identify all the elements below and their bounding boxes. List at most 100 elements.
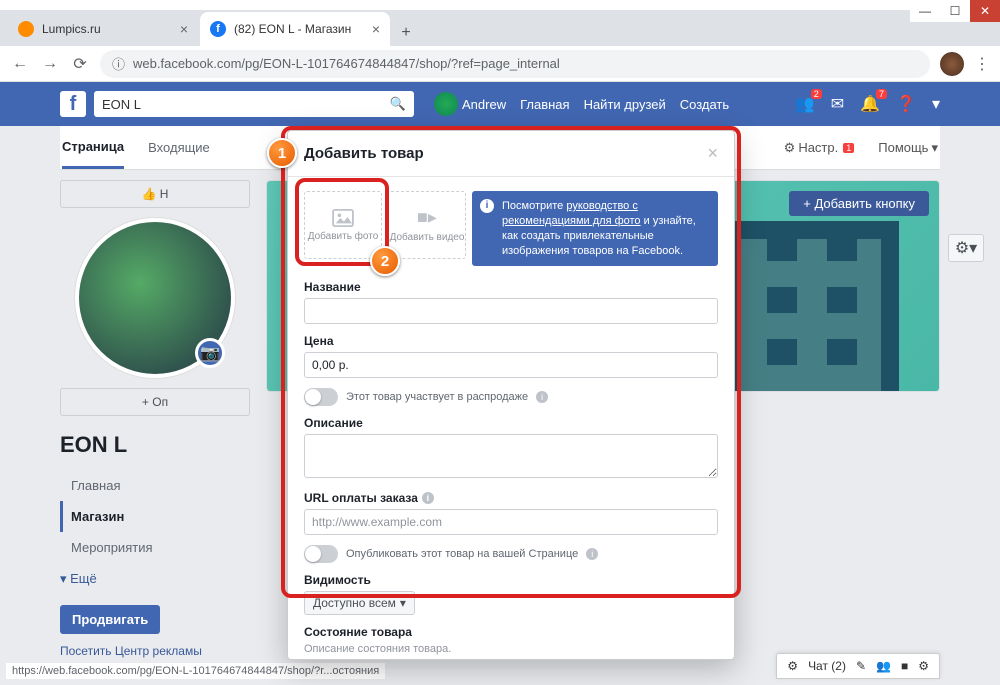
sale-toggle-label: Этот товар участвует в распродаже xyxy=(346,391,528,403)
modal-title: Добавить товар xyxy=(304,145,424,162)
add-cta-button[interactable]: + Добавить кнопку xyxy=(789,191,929,216)
video-icon: ■▸ xyxy=(417,207,437,228)
badge: 2 xyxy=(811,89,822,99)
new-tab-button[interactable]: + xyxy=(392,20,420,46)
address-bar[interactable]: ⓘ web.facebook.com/pg/EON-L-101764674844… xyxy=(100,50,930,78)
sale-toggle[interactable] xyxy=(304,388,338,406)
options-button[interactable]: + Оп xyxy=(60,388,250,416)
label-price: Цена xyxy=(304,334,718,348)
help-link[interactable]: Помощь ▾ xyxy=(878,140,938,156)
user-name: Andrew xyxy=(462,97,506,112)
fb-logo[interactable]: f xyxy=(60,91,86,117)
add-product-modal: Добавить товар × Добавить фото ■▸ Добави… xyxy=(287,130,735,660)
annotation-marker-2: 2 xyxy=(370,246,400,276)
sidenav-more[interactable]: ▾ Ещё xyxy=(60,563,250,595)
settings-link[interactable]: ⚙ Настр.1 xyxy=(784,140,855,156)
account-menu-icon[interactable]: ▾ xyxy=(932,94,940,114)
add-photo-label: Добавить фото xyxy=(308,231,379,242)
label-visibility: Видимость xyxy=(304,573,718,587)
nav-profile[interactable]: Andrew xyxy=(434,92,506,116)
reload-icon[interactable]: ⟳ xyxy=(70,54,90,74)
tab-page[interactable]: Страница xyxy=(62,127,124,169)
lock-icon: ⓘ xyxy=(112,54,125,73)
tab-close-icon[interactable]: × xyxy=(180,21,188,37)
messenger-icon[interactable]: ✉ xyxy=(831,94,844,114)
sidenav-shop[interactable]: Магазин xyxy=(60,501,250,532)
search-value: EON L xyxy=(102,97,141,112)
forward-icon[interactable]: → xyxy=(40,55,60,73)
gear-icon[interactable]: ⚙▾ xyxy=(948,234,984,262)
photo-guidelines-tip: i Посмотрите руководство с рекомендациям… xyxy=(472,191,718,266)
add-video-box[interactable]: ■▸ Добавить видео xyxy=(388,191,466,259)
publish-toggle[interactable] xyxy=(304,545,338,563)
close-icon[interactable]: × xyxy=(707,143,718,164)
tab-title: Lumpics.ru xyxy=(42,22,172,36)
page-sidebar: 👍 Н 📷 + Оп EON L Главная Магазин Меропри… xyxy=(60,180,250,658)
help-icon[interactable]: i xyxy=(422,492,434,504)
nav-create[interactable]: Создать xyxy=(680,97,729,112)
sidenav-home[interactable]: Главная xyxy=(60,470,250,501)
add-video-label: Добавить видео xyxy=(390,232,465,243)
chat-group-icon[interactable]: 👥 xyxy=(876,659,891,673)
nav-home[interactable]: Главная xyxy=(520,97,569,112)
notifications-icon[interactable]: 🔔7 xyxy=(860,94,880,114)
add-photo-box[interactable]: Добавить фото xyxy=(304,191,382,259)
help-icon[interactable]: i xyxy=(586,548,598,560)
checkout-url-input[interactable] xyxy=(304,509,718,535)
tab-title: (82) EON L - Магазин xyxy=(234,22,364,36)
cover-illustration xyxy=(719,221,899,391)
profile-avatar-browser[interactable] xyxy=(940,52,964,76)
ads-center-link[interactable]: Посетить Центр рекламы xyxy=(60,644,250,658)
label-description: Описание xyxy=(304,416,718,430)
favicon-lumpics xyxy=(18,21,34,37)
label-name: Название xyxy=(304,280,718,294)
friend-requests-icon[interactable]: 👥2 xyxy=(795,94,815,114)
chevron-down-icon: ▾ xyxy=(400,596,406,610)
browser-menu-icon[interactable]: ⋮ xyxy=(974,54,990,74)
annotation-marker-1: 1 xyxy=(267,138,297,168)
product-price-input[interactable] xyxy=(304,352,718,378)
badge: 7 xyxy=(876,89,887,99)
window-close-button[interactable]: ✕ xyxy=(970,0,1000,22)
chat-video-icon[interactable]: ■ xyxy=(901,659,908,673)
product-name-input[interactable] xyxy=(304,298,718,324)
promote-button[interactable]: Продвигать xyxy=(60,605,160,634)
back-icon[interactable]: ← xyxy=(10,55,30,73)
page-profile-picture[interactable]: 📷 xyxy=(75,218,235,378)
browser-tab-lumpics[interactable]: Lumpics.ru × xyxy=(8,12,198,46)
avatar-icon xyxy=(434,92,458,116)
search-icon[interactable]: 🔍 xyxy=(390,96,406,112)
chat-write-icon[interactable]: ✎ xyxy=(856,659,866,673)
label-condition: Состояние товара xyxy=(304,625,718,639)
image-plus-icon xyxy=(332,209,354,227)
visibility-select[interactable]: Доступно всем▾ xyxy=(304,591,415,615)
browser-tab-facebook[interactable]: f (82) EON L - Магазин × xyxy=(200,12,390,46)
tab-inbox[interactable]: Входящие xyxy=(148,128,210,167)
product-description-input[interactable] xyxy=(304,434,718,478)
like-button[interactable]: 👍 Н xyxy=(60,180,250,208)
browser-toolbar: ← → ⟳ ⓘ web.facebook.com/pg/EON-L-101764… xyxy=(0,46,1000,82)
label-checkout-url: URL оплаты заказа xyxy=(304,491,418,505)
favicon-facebook: f xyxy=(210,21,226,37)
window-maximize-button[interactable]: ☐ xyxy=(940,0,970,22)
help-icon[interactable]: i xyxy=(536,391,548,403)
sidenav-events[interactable]: Мероприятия xyxy=(60,532,250,563)
nav-find-friends[interactable]: Найти друзей xyxy=(584,97,666,112)
browser-tab-strip: Lumpics.ru × f (82) EON L - Магазин × + xyxy=(0,10,1000,46)
add-photo-icon[interactable]: 📷 xyxy=(195,338,225,368)
browser-status-bar: https://web.facebook.com/pg/EON-L-101764… xyxy=(6,663,385,679)
badge: 1 xyxy=(843,143,854,153)
condition-description: Описание состояния товара. xyxy=(304,643,718,655)
chat-bar[interactable]: ⚙ Чат (2) ✎ 👥 ■ ⚙ xyxy=(776,653,940,679)
quick-help-icon[interactable]: ❓ xyxy=(896,94,916,114)
chat-label: Чат (2) xyxy=(808,659,846,673)
tab-close-icon[interactable]: × xyxy=(372,21,380,37)
publish-toggle-label: Опубликовать этот товар на вашей Страниц… xyxy=(346,548,578,560)
chat-settings-icon[interactable]: ⚙ xyxy=(918,659,929,673)
page-name-heading: EON L xyxy=(60,432,250,458)
info-icon: i xyxy=(480,199,494,213)
fb-header: f EON L 🔍 Andrew Главная Найти друзей Со… xyxy=(0,82,1000,126)
fb-search-box[interactable]: EON L 🔍 xyxy=(94,91,414,117)
window-minimize-button[interactable]: — xyxy=(910,0,940,22)
url-text: web.facebook.com/pg/EON-L-10176467484484… xyxy=(133,56,560,71)
